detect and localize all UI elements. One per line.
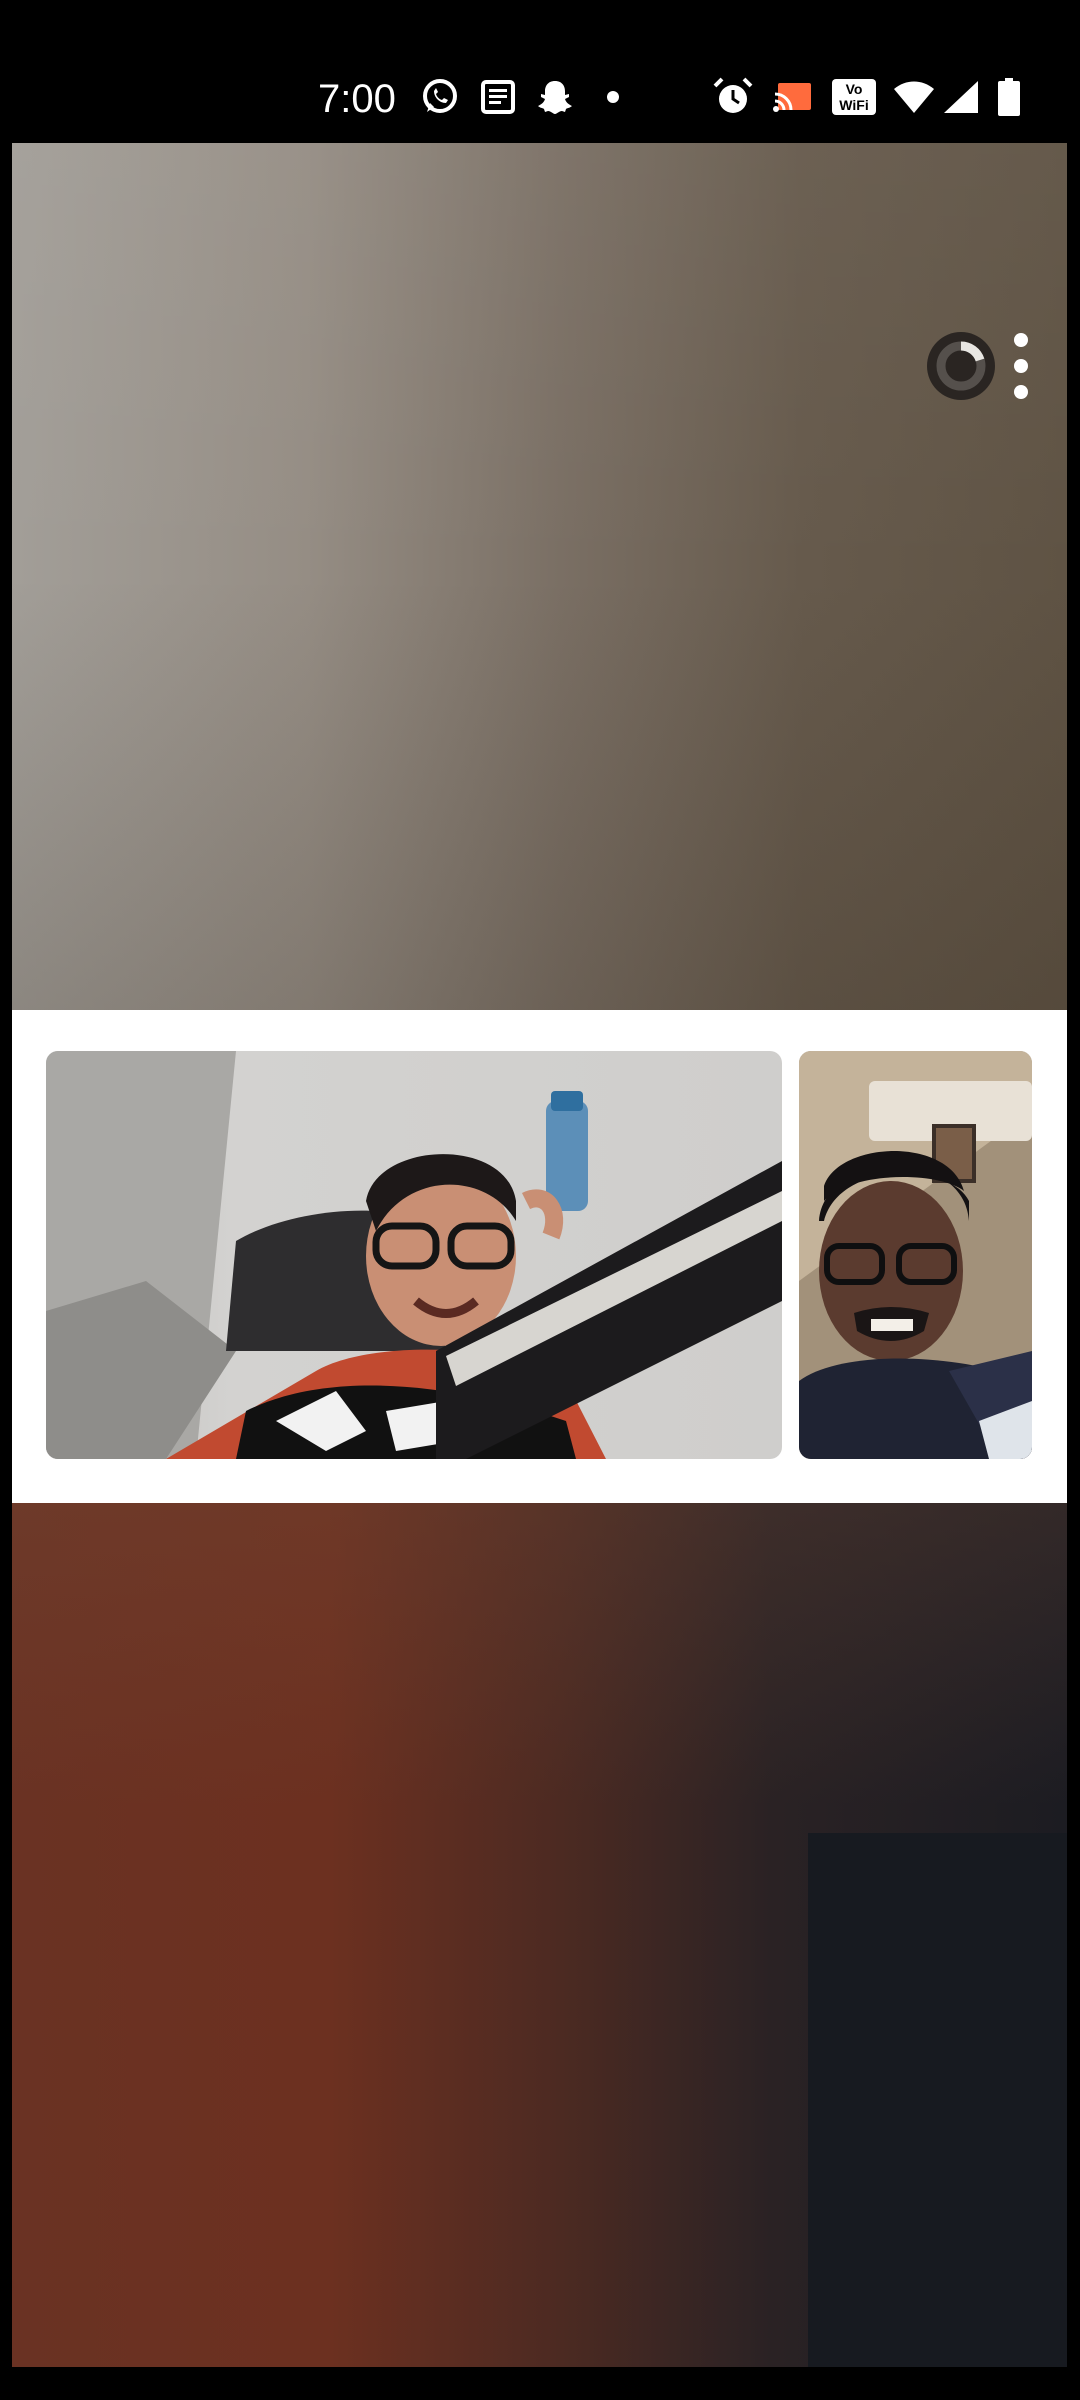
participant-tile-2[interactable] (799, 1051, 1032, 1459)
svg-text:WiFi: WiFi (839, 97, 868, 113)
status-time: 7:00 (318, 76, 396, 121)
loading-spinner-icon[interactable] (919, 324, 1003, 408)
snapchat-icon (535, 72, 575, 122)
participants-strip (12, 1010, 1067, 1503)
signal-icon (940, 72, 982, 122)
participant-2-video (799, 1051, 1032, 1459)
alarm-icon (711, 72, 755, 122)
more-options-icon[interactable] (1002, 326, 1040, 406)
vowifi-icon: Vo WiFi (830, 72, 878, 122)
video-call-stage[interactable] (12, 143, 1067, 2367)
status-bar: 7:00 Vo WiFi (0, 0, 1080, 143)
whatsapp-icon (418, 72, 462, 122)
screen: 7:00 Vo WiFi (0, 0, 1080, 2400)
wifi-icon (890, 72, 938, 122)
blurred-background-top (12, 143, 1067, 1010)
blurred-background-corner (808, 1833, 1067, 2367)
participant-tile-1[interactable] (46, 1051, 782, 1459)
news-icon (478, 72, 518, 122)
cast-icon (770, 72, 816, 122)
battery-icon (994, 72, 1024, 122)
participant-1-video (46, 1051, 782, 1459)
dot-icon (603, 72, 623, 122)
svg-text:Vo: Vo (846, 81, 863, 97)
